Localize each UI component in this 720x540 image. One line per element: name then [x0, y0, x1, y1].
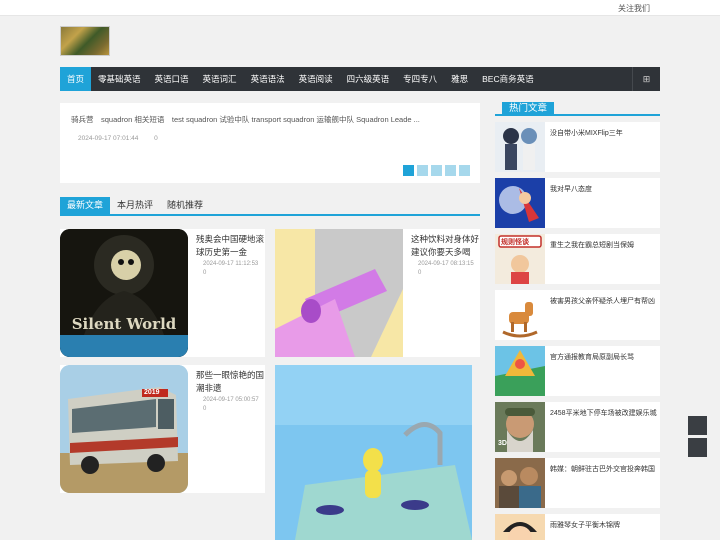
follow-us-link[interactable]: 关注我们: [618, 3, 650, 14]
article-date: 2024-09-17 08:13:15: [418, 261, 474, 267]
article-card[interactable]: 2019 那些一眼惊艳的国潮非遗 2024-09-17 05:00:57 0: [60, 365, 265, 493]
nav-item-beginner[interactable]: 零基础英语: [91, 67, 148, 91]
sidebar-heading-label: 热门文章: [502, 102, 555, 116]
cartoon-boy-icon: [495, 514, 545, 540]
nav-item-tem[interactable]: 专四专八: [396, 67, 444, 91]
slider-pagination: [403, 165, 470, 176]
tab-latest[interactable]: 最新文章: [60, 197, 111, 214]
action-character-icon: [495, 178, 545, 228]
nav-item-cet[interactable]: 四六级英语: [340, 67, 397, 91]
sidebar-article-thumbnail[interactable]: [495, 290, 545, 340]
nav-item-reading[interactable]: 英语阅读: [292, 67, 340, 91]
sidebar-article[interactable]: 韩媒：朝鲜驻古巴外交官投奔韩国: [495, 458, 660, 508]
sidebar-article-title[interactable]: 重生之我在霸总短剧当保姆: [550, 240, 658, 250]
sidebar-article-title[interactable]: 官方通报教育局原副局长骂: [550, 352, 658, 362]
nav-item-grammar[interactable]: 英语语法: [244, 67, 292, 91]
article-thumbnail[interactable]: [275, 229, 403, 357]
sidebar-article-thumbnail[interactable]: [495, 122, 545, 172]
slider-date: 2024-09-17 07:01:44: [78, 135, 139, 142]
bus-icon: [60, 365, 188, 493]
sidebar-article[interactable]: 我对早八态度: [495, 178, 660, 228]
article-meta: 2024-09-17 05:00:57 0: [203, 396, 263, 414]
article-tabs: 最新文章 本月热评 随机推荐: [60, 197, 480, 216]
slider-dot[interactable]: [417, 165, 428, 176]
sidebar-article-thumbnail[interactable]: [495, 458, 545, 508]
runner-game-icon: [275, 365, 472, 540]
paint-roller-icon: [275, 229, 403, 357]
sidebar-article-thumbnail[interactable]: [495, 178, 545, 228]
puzzle-game-icon: [495, 346, 545, 396]
sidebar-article[interactable]: 规则怪谈 重生之我在霸总短剧当保姆: [495, 234, 660, 284]
nav-item-home[interactable]: 首页: [60, 67, 92, 91]
nav-item-ielts[interactable]: 雅思: [444, 67, 475, 91]
rocking-horse-icon: [495, 290, 545, 340]
tab-random[interactable]: 随机推荐: [160, 197, 210, 214]
thumbnail-caption: Silent World: [71, 315, 177, 333]
nav-item-speaking[interactable]: 英语口语: [148, 67, 196, 91]
article-thumbnail[interactable]: Silent World: [60, 229, 188, 357]
sidebar-article[interactable]: 官方通报教育局原副局长骂: [495, 346, 660, 396]
article-date: 2024-09-17 05:00:57: [203, 397, 259, 403]
slider-box: 骑兵营 squadron 相关短语 test squadron 试验中队 tra…: [60, 103, 480, 183]
article-meta: 2024-09-17 08:13:15 0: [418, 260, 478, 278]
sidebar-heading: 热门文章: [495, 102, 660, 116]
top-bar: 关注我们: [0, 0, 720, 16]
article-title[interactable]: 残奥会中国硬地滚球历史第一金: [196, 233, 264, 259]
sidebar-article-title[interactable]: 2458平米地下停车场被改建娱乐城: [550, 408, 658, 418]
sidebar-article[interactable]: 没自带小米MIXFlip三年: [495, 122, 660, 172]
article-title[interactable]: 这种饮料对身体好建议你要天多喝: [411, 233, 479, 259]
float-action-button[interactable]: [688, 416, 707, 435]
article-views: 0: [203, 270, 207, 276]
article-title[interactable]: 那些一眼惊艳的国潮非遗: [196, 369, 264, 395]
slider-dot[interactable]: [445, 165, 456, 176]
site-logo[interactable]: [60, 26, 110, 56]
nav-item-vocabulary[interactable]: 英语词汇: [196, 67, 244, 91]
sidebar-article-title[interactable]: 雨雅琴女子平衡木锦牌: [550, 520, 658, 530]
sidebar-article-title[interactable]: 我对早八态度: [550, 184, 658, 194]
sidebar-article-thumbnail[interactable]: 3D: [495, 402, 545, 452]
sidebar-article[interactable]: 3D 2458平米地下停车场被改建娱乐城: [495, 402, 660, 452]
slider-meta: 2024-09-17 07:01:44 0: [78, 135, 172, 142]
sidebar-article-title[interactable]: 被害男孩父亲怀疑杀人埋尸有帮凶: [550, 296, 658, 306]
thumbnail-caption: 2019: [144, 389, 160, 396]
back-to-top-button[interactable]: [688, 438, 707, 457]
slider-dot[interactable]: [431, 165, 442, 176]
article-date: 2024-09-17 11:12:53: [203, 261, 259, 267]
article-views: 0: [418, 270, 422, 276]
warrior-group-icon: [495, 458, 545, 508]
article-card[interactable]: 这种饮料对身体好建议你要天多喝 2024-09-17 08:13:15 0: [275, 229, 480, 357]
thumbnail-caption: 3D: [498, 440, 507, 447]
article-views: 0: [203, 406, 207, 412]
article-meta: 2024-09-17 11:12:53 0: [203, 260, 263, 278]
sidebar-article[interactable]: 雨雅琴女子平衡木锦牌: [495, 514, 660, 540]
anime-characters-icon: [495, 122, 545, 172]
sidebar-article-title[interactable]: 没自带小米MIXFlip三年: [550, 128, 658, 138]
grid-menu-icon[interactable]: ⊞: [632, 67, 660, 91]
thumbnail-caption: 规则怪谈: [501, 239, 529, 246]
slider-dot[interactable]: [459, 165, 470, 176]
tab-monthly-hot[interactable]: 本月热评: [110, 197, 160, 214]
article-card[interactable]: Silent World 残奥会中国硬地滚球历史第一金 2024-09-17 1…: [60, 229, 265, 357]
nav-item-bec[interactable]: BEC商务英语: [475, 67, 540, 91]
slider-views: 0: [154, 135, 158, 142]
sidebar-article-thumbnail[interactable]: 规则怪谈: [495, 234, 545, 284]
slider-dot[interactable]: [403, 165, 414, 176]
thumbnail-bottom-band: [60, 335, 188, 357]
article-thumbnail[interactable]: 2019: [60, 365, 188, 493]
sidebar-article-title[interactable]: 韩媒：朝鲜驻古巴外交官投奔韩国: [550, 464, 658, 474]
slider-title[interactable]: 骑兵营 squadron 相关短语 test squadron 试验中队 tra…: [71, 114, 471, 125]
sidebar-article-thumbnail[interactable]: [495, 514, 545, 540]
sidebar-article[interactable]: 被害男孩父亲怀疑杀人埋尸有帮凶: [495, 290, 660, 340]
sidebar-article-thumbnail[interactable]: [495, 346, 545, 396]
main-nav: 首页 零基础英语 英语口语 英语词汇 英语语法 英语阅读 四六级英语 专四专八 …: [60, 67, 660, 91]
article-card[interactable]: [275, 365, 472, 540]
